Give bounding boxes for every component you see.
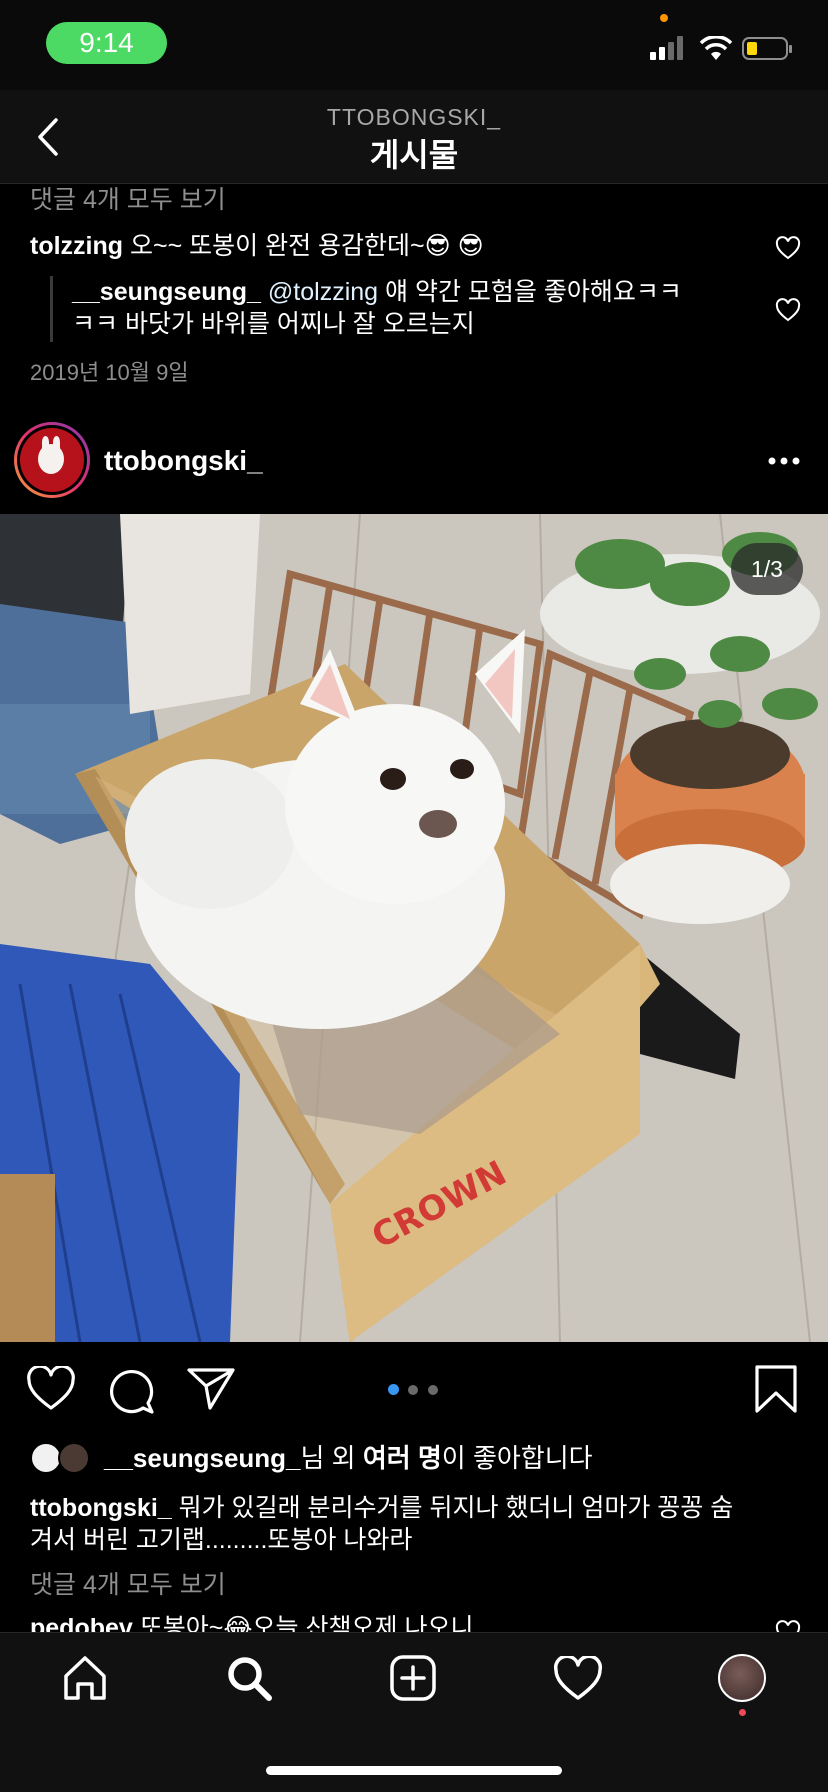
peek-comment-text: 또봉아~😂오늘 산책오제 나오니 (139, 1614, 474, 1632)
caption-text-line2: 겨서 버린 고기랩.........또봉아 나와라 (30, 1526, 413, 1554)
reply-comment-row: __seungseung_ @tolzzing 얘 약간 모험을 좋아해요ㅋㅋ … (72, 276, 752, 340)
post-date: 2019년 10월 9일 (30, 360, 189, 385)
caption-username[interactable]: ttobongski_ (30, 1494, 172, 1522)
liker-avatar[interactable] (58, 1442, 90, 1474)
post-photo[interactable]: CROWN (0, 514, 828, 1342)
more-options-icon[interactable] (768, 456, 800, 466)
carousel-dot (408, 1385, 418, 1395)
home-icon[interactable] (61, 1654, 109, 1702)
comment-like-heart-icon[interactable] (775, 236, 801, 260)
bookmark-icon[interactable] (754, 1364, 798, 1414)
profile-notification-dot (739, 1709, 746, 1716)
reply-thread-line (50, 276, 53, 342)
comment-bubble-icon[interactable] (106, 1366, 156, 1414)
post-caption: ttobongski_ 뭐가 있길래 분리수거를 뒤지나 했더니 엄마가 꽁꽁 … (30, 1492, 800, 1556)
battery-icon (742, 37, 792, 60)
comment-text: 오~~ 또봉이 완전 용감한데~😎 😎 (129, 232, 484, 260)
carousel-indicator (388, 1384, 448, 1396)
view-all-comments-link[interactable]: 댓글 4개 모두 보기 (30, 184, 226, 216)
likes-text-end: 이 좋아합니다 (441, 1443, 593, 1473)
reply-text-line1: 얘 약간 모험을 좋아해요ㅋㅋ (385, 278, 682, 306)
header-account-name: TTOBONGSKI_ (326, 104, 502, 130)
reply-text-line2: ㅋㅋ 바닷가 바위를 어찌나 잘 오르는지 (72, 310, 475, 338)
activity-heart-icon[interactable] (553, 1656, 603, 1702)
signal-icon (650, 36, 683, 60)
share-send-icon[interactable] (186, 1366, 236, 1412)
caption-text-line1: 뭐가 있길래 분리수거를 뒤지나 했더니 엄마가 꽁꽁 숨 (178, 1494, 734, 1522)
comment-username[interactable]: tolzzing (30, 232, 123, 260)
likes-text: 님 외 (300, 1443, 363, 1473)
page-title: 게시물 (369, 137, 459, 173)
image-counter: 1/3 (731, 543, 803, 595)
add-post-icon[interactable] (389, 1654, 437, 1702)
status-time: 9:14 (46, 22, 167, 64)
profile-avatar[interactable] (718, 1654, 766, 1702)
like-heart-icon[interactable] (26, 1366, 76, 1412)
reply-username[interactable]: __seungseung_ (72, 278, 261, 306)
avatar (20, 428, 84, 492)
carousel-dot-active (388, 1384, 399, 1395)
post-username[interactable]: ttobongski_ (104, 445, 263, 477)
likes-line[interactable]: __seungseung_님 외 여러 명이 좋아합니다 (104, 1442, 593, 1474)
comment-row: tolzzing 오~~ 또봉이 완전 용감한데~😎 😎 (30, 230, 760, 262)
reply-like-heart-icon[interactable] (775, 298, 801, 322)
privacy-indicator-dot (660, 14, 668, 22)
view-all-comments-link-post[interactable]: 댓글 4개 모두 보기 (30, 1569, 226, 1601)
avatar-story-ring[interactable] (14, 422, 90, 498)
peek-comment-username[interactable]: pedobev (30, 1614, 133, 1632)
peek-comment: pedobev 또봉아~😂오늘 산책오제 나오니 (30, 1612, 473, 1632)
likes-username[interactable]: __seungseung_ (104, 1443, 301, 1473)
wifi-icon (700, 36, 732, 60)
home-indicator[interactable] (266, 1766, 562, 1775)
reply-mention[interactable]: @tolzzing (268, 278, 378, 306)
peek-comment-heart-icon[interactable] (775, 1620, 801, 1632)
carousel-dot (428, 1385, 438, 1395)
likes-others[interactable]: 여러 명 (363, 1443, 442, 1473)
search-icon[interactable] (225, 1654, 273, 1702)
peek-comment-clip: pedobev 또봉아~😂오늘 산책오제 나오니 (0, 1612, 828, 1632)
